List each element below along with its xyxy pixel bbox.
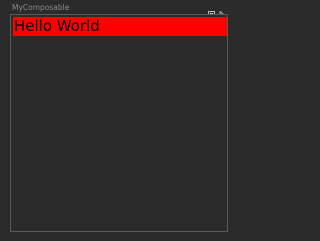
deploy-preview-icon[interactable] <box>208 4 215 19</box>
hello-world-text: Hello World <box>13 17 227 36</box>
preview-canvas: Hello World <box>10 14 228 232</box>
interactive-mode-icon[interactable] <box>219 4 226 20</box>
preview-title: MyComposable <box>12 3 70 12</box>
